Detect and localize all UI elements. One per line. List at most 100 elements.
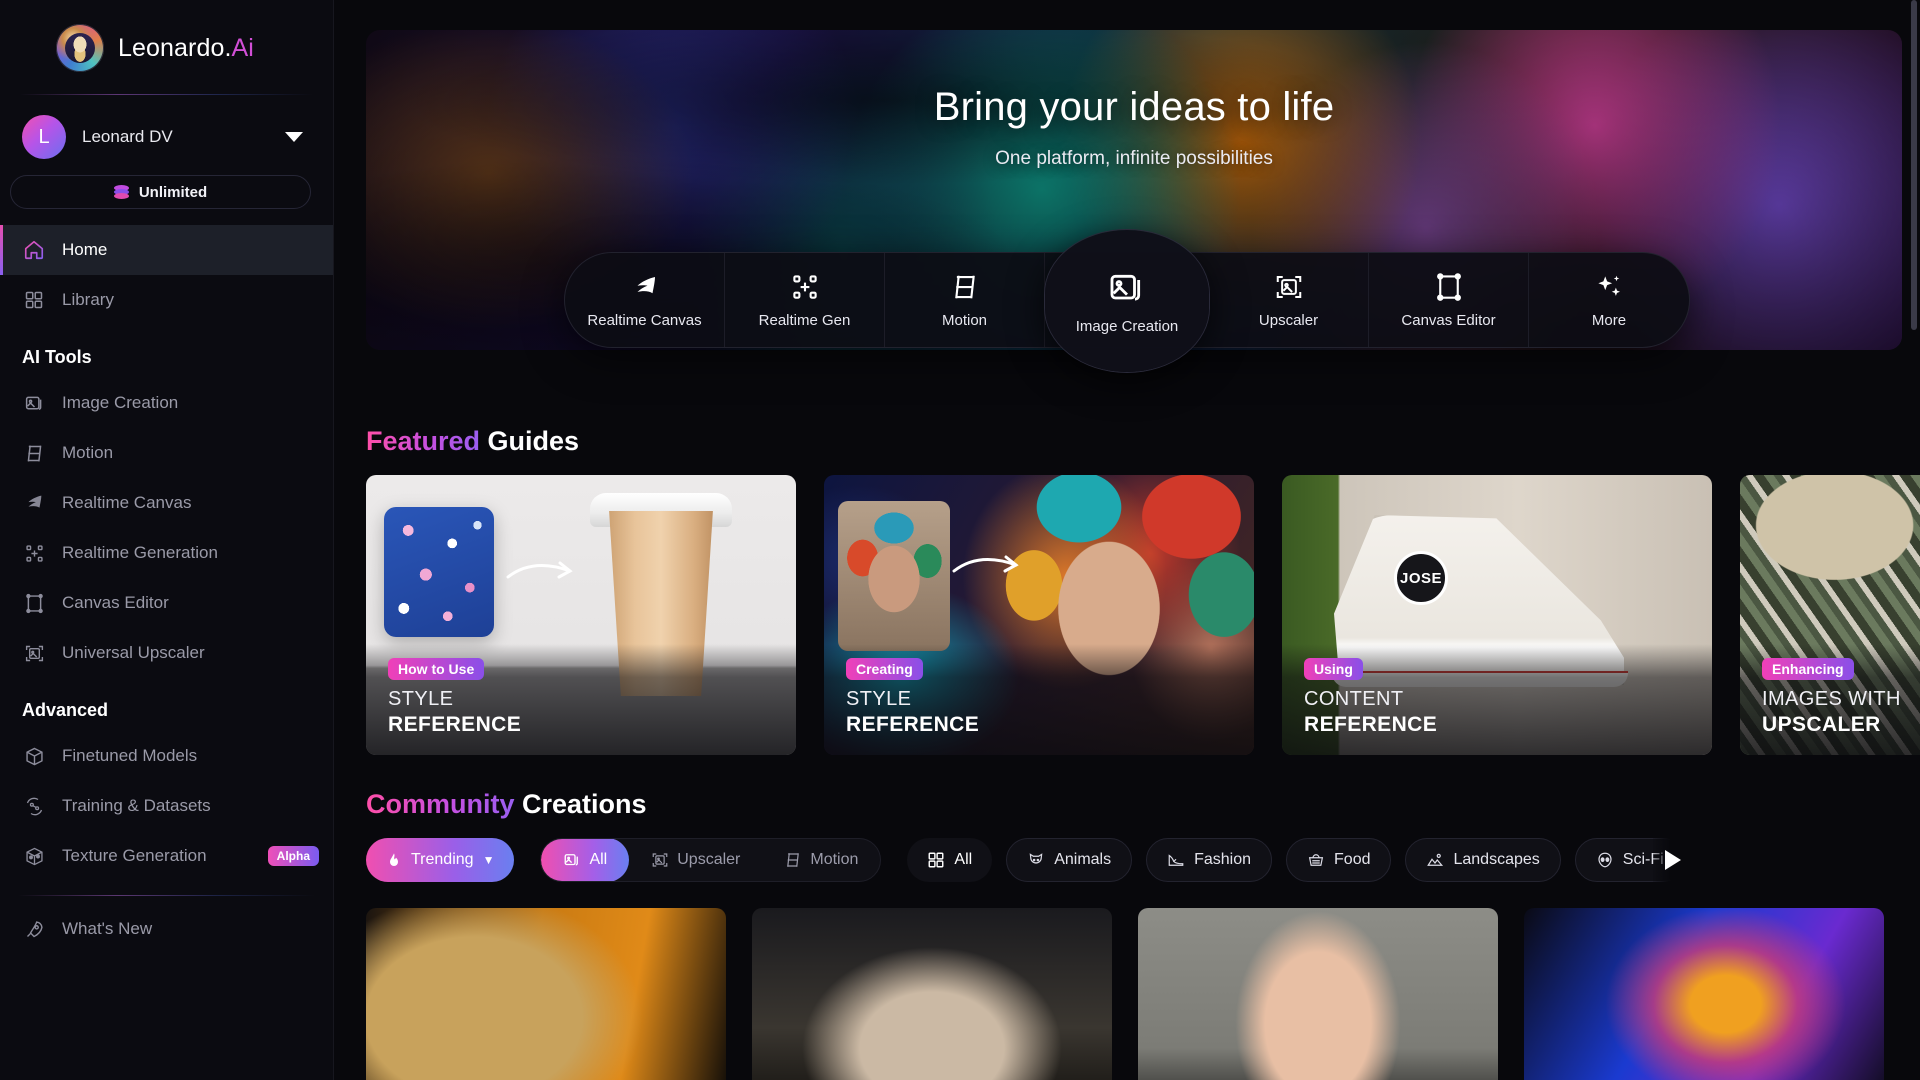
guide-card-line2: REFERENCE: [846, 713, 980, 736]
guide-card-line2: REFERENCE: [388, 713, 522, 736]
guide-card-tag: How to Use: [388, 658, 485, 680]
category-label: Food: [1334, 851, 1371, 868]
sidebar-item-realtime-canvas[interactable]: Realtime Canvas: [0, 478, 333, 528]
sidebar-item-label: Home: [62, 240, 108, 259]
cat-icon: [1029, 853, 1043, 864]
brush-stroke-icon: [22, 491, 46, 515]
sidebar-item-realtime-generation[interactable]: Realtime Generation: [0, 528, 333, 578]
sidebar-item-label: Realtime Generation: [62, 543, 218, 562]
sidebar-item-training-datasets[interactable]: Training & Datasets: [0, 781, 333, 831]
guide-card[interactable]: Enhancing IMAGES WITH UPSCALER: [1740, 475, 1920, 755]
dock-item-motion[interactable]: Motion: [885, 253, 1045, 347]
plan-badge[interactable]: Unlimited: [10, 175, 311, 209]
sort-label: Trending: [411, 851, 474, 868]
guide-card[interactable]: Creating STYLE REFERENCE: [824, 475, 1254, 755]
status-badge: Alpha: [267, 846, 319, 866]
community-item[interactable]: [366, 908, 726, 1080]
guide-card-footer: Creating STYLE REFERENCE: [824, 644, 1254, 755]
guide-card-footer: How to Use STYLE REFERENCE: [366, 644, 796, 755]
dock-item-image-creation[interactable]: Image Creation: [1045, 230, 1209, 372]
chevron-down-icon[interactable]: [285, 132, 303, 142]
texture-cube-icon: [22, 844, 46, 868]
hero-subtitle: One platform, infinite possibilities: [995, 148, 1273, 169]
community-item[interactable]: [752, 908, 1112, 1080]
sidebar-item-label: Training & Datasets: [62, 796, 211, 815]
guide-card-footer: Using CONTENT REFERENCE: [1282, 644, 1712, 755]
dock-item-realtime-canvas[interactable]: Realtime Canvas: [565, 253, 725, 347]
featured-guides-carousel: How to Use STYLE REFERENCE Creating STYL…: [366, 475, 1920, 755]
sidebar-item-universal-upscaler[interactable]: Universal Upscaler: [0, 628, 333, 678]
guide-card-tag: Creating: [846, 658, 923, 680]
type-filter-all[interactable]: All: [541, 839, 630, 881]
sidebar-item-whats-new[interactable]: What's New: [0, 904, 333, 954]
user-name: Leonard DV: [82, 127, 173, 146]
guide-card-line2: UPSCALER: [1762, 713, 1881, 736]
sidebar-item-home[interactable]: Home: [0, 225, 333, 275]
brush-stroke-icon: [630, 272, 660, 302]
sidebar-item-label: Motion: [62, 443, 114, 462]
training-icon: [22, 794, 46, 818]
guide-card-line1: STYLE: [388, 688, 454, 710]
sidebar-item-texture-generation[interactable]: Texture Generation Alpha: [0, 831, 333, 881]
realtime-gen-icon: [22, 541, 46, 565]
category-food[interactable]: Food: [1286, 838, 1392, 882]
dock-item-label: Realtime Gen: [758, 311, 851, 329]
featured-guides-heading-rest: Guides: [480, 426, 580, 456]
category-filter-group: All Animals Fashion Food Landscapes Sci-…: [907, 838, 1693, 882]
dock-item-more[interactable]: More: [1529, 253, 1689, 347]
guide-card-line1: STYLE: [846, 688, 912, 710]
rocket-icon: [22, 917, 46, 941]
dock-item-upscaler[interactable]: Upscaler: [1209, 253, 1369, 347]
sidebar-item-library[interactable]: Library: [0, 275, 333, 325]
film-strip-icon: [787, 853, 800, 867]
grid-icon: [22, 288, 46, 312]
page-scrollbar[interactable]: [1910, 0, 1918, 1080]
sidebar-item-label: Texture Generation: [62, 846, 207, 865]
scrollbar-thumb[interactable]: [1911, 0, 1917, 330]
guide-card-tag: Enhancing: [1762, 658, 1854, 680]
guide-card-line2: REFERENCE: [1304, 713, 1438, 736]
coins-icon: [113, 184, 130, 200]
upscaler-icon: [22, 641, 46, 665]
canvas-frame-icon: [22, 591, 46, 615]
featured-guides-heading: Featured Guides: [366, 426, 1920, 457]
sort-trending-button[interactable]: Trending ▼: [366, 838, 515, 882]
dock-item-canvas-editor[interactable]: Canvas Editor: [1369, 253, 1529, 347]
sidebar-item-motion[interactable]: Motion: [0, 428, 333, 478]
sidebar-item-canvas-editor[interactable]: Canvas Editor: [0, 578, 333, 628]
type-filter-upscaler[interactable]: Upscaler: [629, 839, 762, 881]
sidebar-section-ai-tools: AI Tools: [22, 347, 92, 367]
sidebar-item-image-creation[interactable]: Image Creation: [0, 378, 333, 428]
sidebar-section-advanced: Advanced: [22, 700, 109, 720]
guide-card[interactable]: JOSE Using CONTENT REFERENCE: [1282, 475, 1712, 755]
community-item[interactable]: [1524, 908, 1884, 1080]
sparkles-icon: [1594, 272, 1624, 302]
leonardo-logo-icon: [56, 24, 104, 72]
sneaker-logo: JOSE: [1394, 551, 1448, 605]
upscaler-icon: [1274, 272, 1304, 302]
sidebar-item-finetuned-models[interactable]: Finetuned Models: [0, 731, 333, 781]
sidebar-divider-bottom: [18, 895, 315, 896]
dock-item-label: More: [1591, 311, 1627, 329]
sidebar-item-label: Finetuned Models: [62, 746, 198, 765]
community-item[interactable]: [1138, 908, 1498, 1080]
category-fashion[interactable]: Fashion: [1146, 838, 1273, 882]
user-menu[interactable]: L Leonard DV: [0, 95, 333, 171]
arrow-right-icon: [952, 555, 1019, 573]
category-animals[interactable]: Animals: [1006, 838, 1133, 882]
sidebar-item-label: Realtime Canvas: [62, 493, 192, 512]
realtime-gen-icon: [790, 272, 820, 302]
brand[interactable]: Leonardo.Ai: [0, 0, 333, 94]
guide-card[interactable]: How to Use STYLE REFERENCE: [366, 475, 796, 755]
cube-icon: [22, 744, 46, 768]
guide-card-line1: IMAGES WITH: [1762, 688, 1901, 710]
community-filters: Trending ▼ All Upscaler Motion All Anima…: [366, 838, 1920, 882]
dock-item-realtime-gen[interactable]: Realtime Gen: [725, 253, 885, 347]
chevron-right-icon[interactable]: [1652, 838, 1693, 882]
chevron-down-icon: ▼: [482, 853, 495, 867]
guide-card-line1: CONTENT: [1304, 688, 1404, 710]
category-label: Animals: [1054, 851, 1112, 868]
category-landscapes[interactable]: Landscapes: [1405, 838, 1561, 882]
category-all[interactable]: All: [907, 838, 993, 882]
type-filter-motion[interactable]: Motion: [762, 839, 880, 881]
